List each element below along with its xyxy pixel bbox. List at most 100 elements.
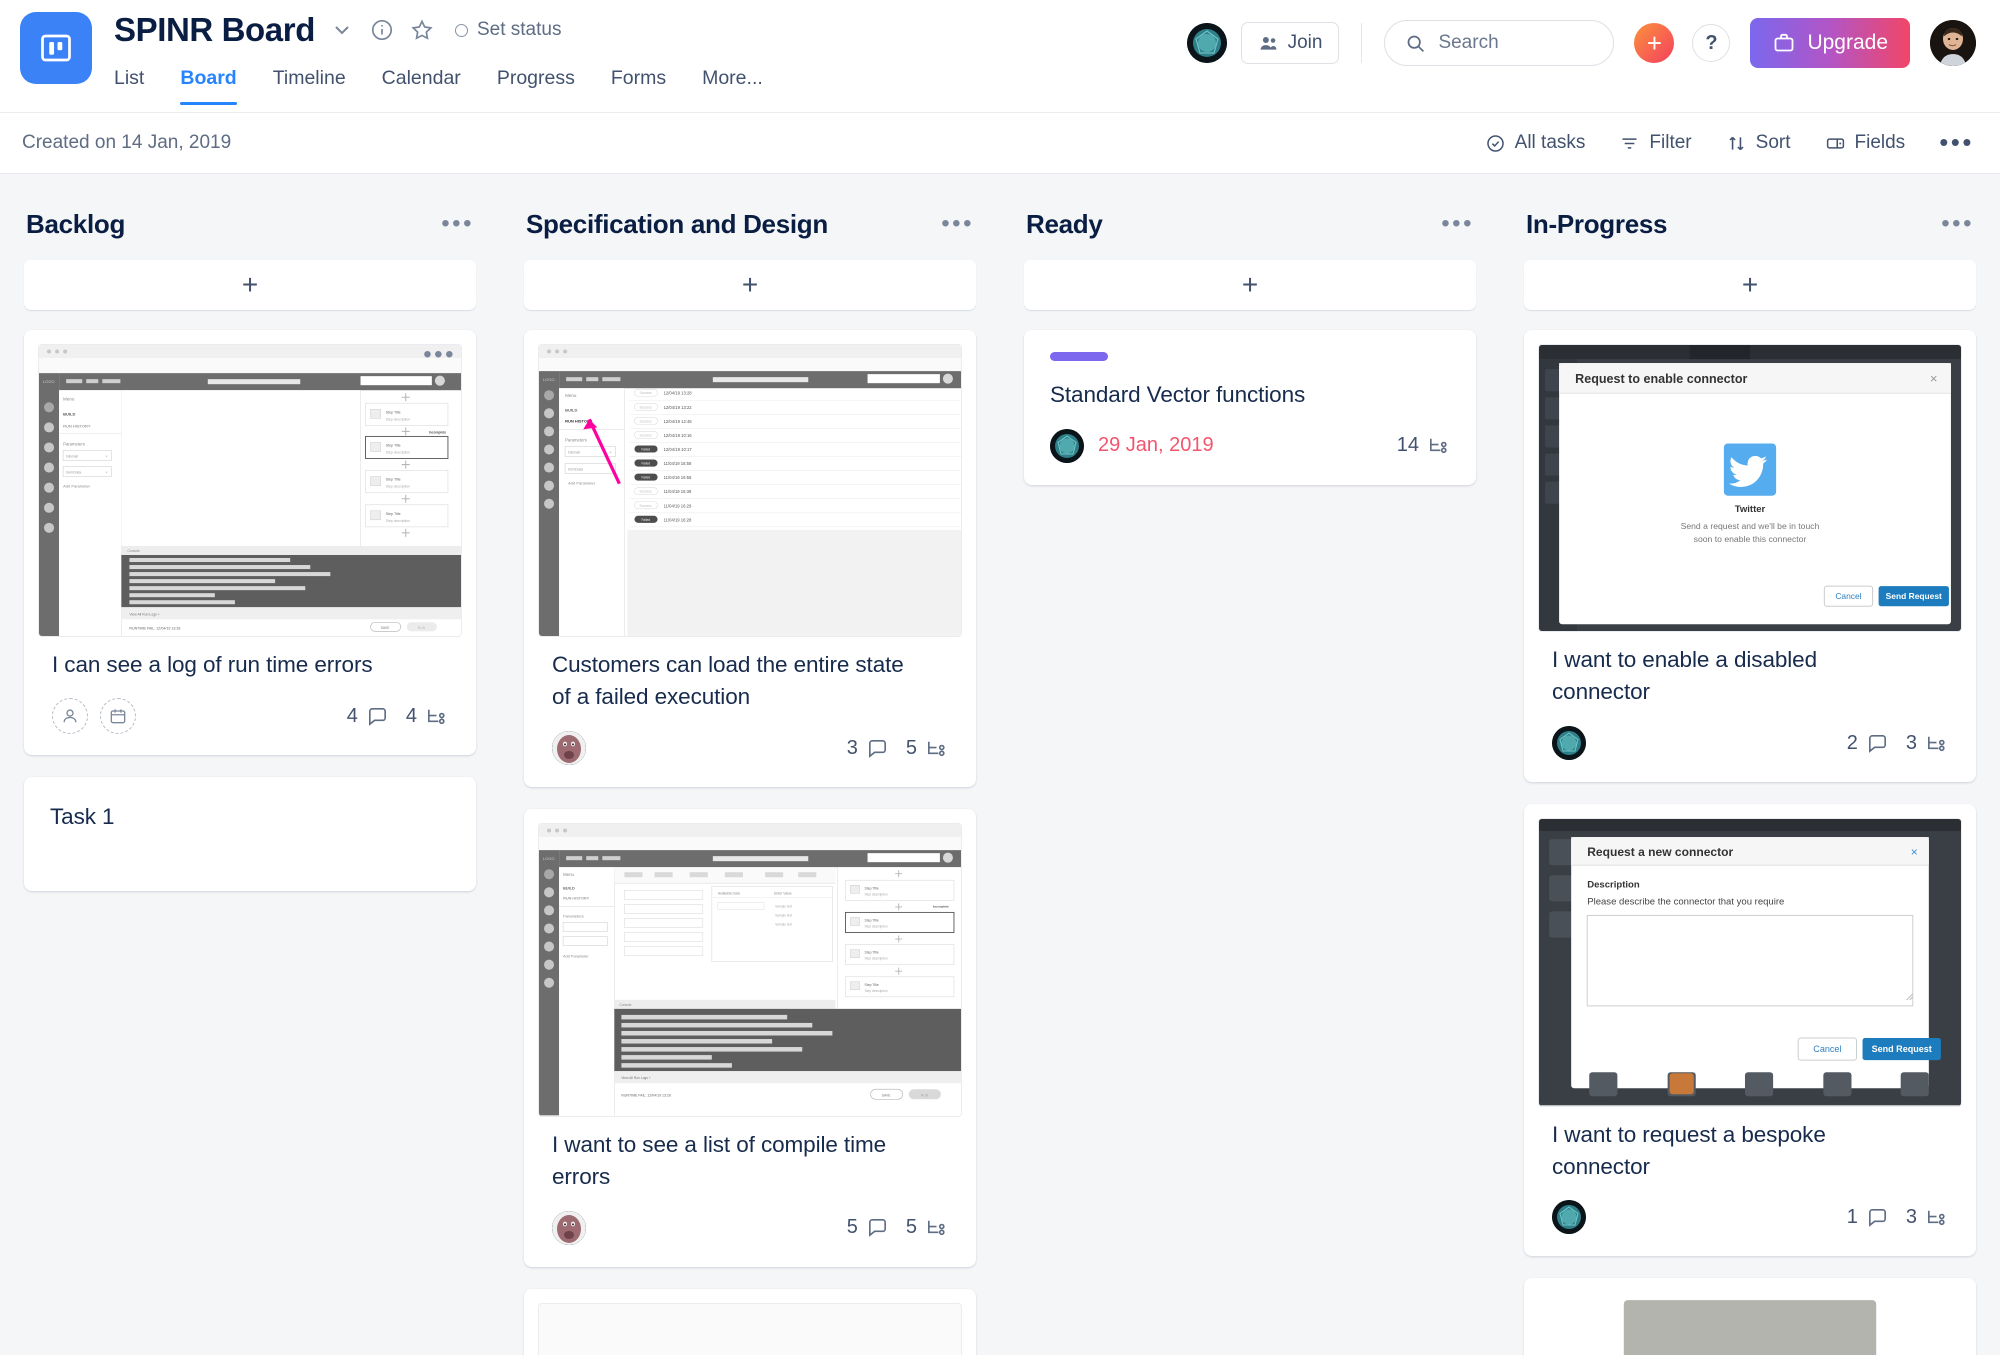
card-meta: 1 3 [1847, 1206, 1948, 1229]
help-button[interactable]: ? [1692, 24, 1730, 62]
task-card[interactable]: Request to enable connector × Twitter Se… [1524, 330, 1976, 782]
card-thumbnail-laptop-partial [1538, 1292, 1962, 1355]
card-meta: 4 4 [347, 705, 448, 728]
column-header: Specification and Design ••• [524, 200, 976, 248]
svg-text:Parameters: Parameters [563, 914, 584, 919]
svg-text:txEmail: txEmail [568, 451, 580, 455]
search-icon [1405, 33, 1426, 54]
tab-progress[interactable]: Progress [479, 61, 593, 105]
svg-text:Success: Success [639, 433, 652, 437]
assignee-placeholder-icon[interactable] [52, 698, 88, 734]
task-card[interactable]: Task 1 [24, 777, 476, 891]
avatar[interactable] [552, 1211, 586, 1245]
column-more-button[interactable]: ••• [441, 217, 474, 231]
svg-text:RUN: RUN [921, 1094, 929, 1098]
svg-text:Incomplete: Incomplete [933, 905, 949, 909]
add-card-button[interactable]: + [524, 260, 976, 310]
task-card[interactable]: LOGO Menu BUILD RUN HISTORY [524, 330, 976, 787]
task-card[interactable]: LOGO Menu BUILD RUN HISTORY [524, 809, 976, 1266]
add-button[interactable]: + [1634, 23, 1674, 63]
column-more-button[interactable]: ••• [1941, 217, 1974, 231]
fields-button[interactable]: Fields [1825, 132, 1906, 154]
comment-count-value: 3 [847, 737, 858, 760]
page-title: SPINR Board [114, 11, 315, 49]
user-avatar[interactable] [1930, 20, 1976, 66]
comment-count: 4 [347, 705, 389, 728]
card-ghost-actions [52, 698, 136, 734]
svg-text:Parameters: Parameters [565, 437, 587, 442]
task-card[interactable]: Experian Request a new connector × Descr… [1524, 804, 1976, 1256]
all-tasks-label: All tasks [1515, 132, 1586, 154]
svg-text:Menu: Menu [63, 396, 75, 401]
svg-text:×: × [1930, 371, 1938, 386]
svg-text:12/04/19 10:16: 12/04/19 10:16 [664, 433, 693, 438]
subtask-count-value: 3 [1906, 1206, 1917, 1229]
svg-text:Step description: Step description [865, 925, 888, 929]
title-block: SPINR Board Set status List Board [114, 0, 781, 105]
comment-icon [366, 705, 389, 728]
upgrade-button[interactable]: Upgrade [1750, 18, 1910, 68]
all-tasks-button[interactable]: All tasks [1485, 132, 1586, 154]
tab-forms[interactable]: Forms [593, 61, 684, 105]
avatar[interactable] [1552, 1200, 1586, 1234]
task-card[interactable] [524, 1289, 976, 1355]
avatar[interactable] [1050, 429, 1084, 463]
svg-text:SAVE: SAVE [882, 1094, 892, 1098]
card-title: Customers can load the entire state of a… [552, 649, 948, 713]
sort-label: Sort [1756, 132, 1791, 154]
column-cards: Standard Vector functions 29 Jan, 2019 [1024, 330, 1476, 485]
avatar[interactable] [1552, 726, 1586, 760]
column-more-button[interactable]: ••• [1441, 217, 1474, 231]
avatar[interactable] [552, 731, 586, 765]
add-card-button[interactable]: + [24, 260, 476, 310]
subtask-count: 3 [1906, 1206, 1948, 1229]
comment-icon [1866, 1206, 1889, 1229]
svg-text:Cancel: Cancel [1813, 1044, 1841, 1054]
svg-text:Failed: Failed [641, 462, 650, 466]
svg-text:formData: formData [66, 471, 81, 475]
chevron-down-icon[interactable] [329, 17, 355, 43]
join-button[interactable]: Join [1241, 22, 1340, 64]
info-icon[interactable] [369, 17, 395, 43]
svg-text:12/04/19 13:22: 12/04/19 13:22 [664, 405, 693, 410]
card-thumbnail-wireframe-build-editor: LOGO Menu BUILD RUN HISTORY [538, 823, 962, 1116]
add-card-button[interactable]: + [1524, 260, 1976, 310]
svg-text:Step Title: Step Title [386, 410, 401, 414]
sort-button[interactable]: Sort [1726, 132, 1791, 154]
board-toolbar: Created on 14 Jan, 2019 All tasks Filter… [0, 112, 2000, 174]
add-card-button[interactable]: + [1024, 260, 1476, 310]
column-title: In-Progress [1526, 209, 1667, 240]
tab-calendar[interactable]: Calendar [364, 61, 479, 105]
task-card[interactable] [1524, 1278, 1976, 1355]
board-column-specification-and-design: Specification and Design ••• + LOGO [500, 200, 1000, 1355]
star-icon[interactable] [409, 17, 435, 43]
set-status-button[interactable]: Set status [455, 19, 562, 41]
card-footer: 1 3 [1552, 1196, 1948, 1238]
board-logo-icon[interactable] [20, 12, 92, 84]
task-card[interactable]: LOGO Menu BUILD RUN HISTORY [24, 330, 476, 755]
filter-button[interactable]: Filter [1619, 132, 1691, 154]
card-body: I want to request a bespoke connector [1538, 1107, 1962, 1257]
due-date-placeholder-icon[interactable] [100, 698, 136, 734]
card-more-button[interactable]: ••• [423, 348, 456, 362]
tab-timeline[interactable]: Timeline [255, 61, 364, 105]
svg-text:Step Title: Step Title [865, 887, 879, 891]
card-body: I want to enable a disabled connector [1538, 632, 1962, 782]
column-more-button[interactable]: ••• [941, 217, 974, 231]
member-avatar[interactable] [1187, 23, 1227, 63]
tab-more[interactable]: More... [684, 61, 781, 105]
toolbar-more-button[interactable]: ••• [1939, 135, 1974, 151]
subtask-count: 3 [1906, 732, 1948, 755]
svg-text:11/04/19 16:28: 11/04/19 16:28 [664, 517, 692, 522]
svg-text:Incomplete: Incomplete [429, 430, 447, 434]
card-thumbnail-partial [538, 1303, 962, 1355]
subtask-icon [925, 737, 948, 760]
header-divider [1361, 23, 1362, 63]
card-title: Standard Vector functions [1050, 379, 1450, 411]
task-card[interactable]: Standard Vector functions 29 Jan, 2019 [1024, 330, 1476, 485]
tab-board[interactable]: Board [162, 61, 254, 105]
search-input[interactable] [1438, 32, 1593, 54]
search-box[interactable] [1384, 20, 1614, 66]
view-tabs: List Board Timeline Calendar Progress Fo… [114, 61, 781, 105]
tab-list[interactable]: List [114, 61, 162, 105]
